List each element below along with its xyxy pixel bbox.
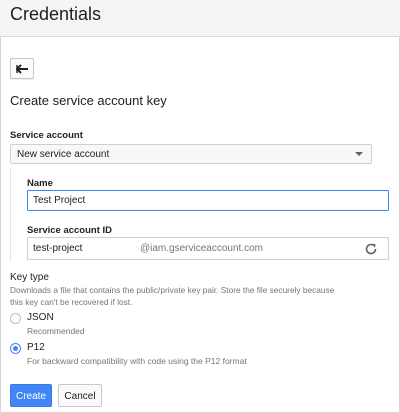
- key-type-description-line1: Downloads a file that contains the publi…: [10, 285, 335, 295]
- section-title: Create service account key: [10, 93, 167, 108]
- key-type-label: Key type: [10, 272, 49, 283]
- radio-p12-label: P12: [27, 342, 45, 353]
- service-account-selected: New service account: [17, 149, 110, 160]
- account-id-label: Service account ID: [27, 225, 113, 236]
- service-account-label: Service account: [10, 130, 83, 141]
- header-bar: Credentials: [0, 0, 400, 37]
- refresh-icon[interactable]: [364, 242, 378, 256]
- caret-down-icon: [355, 152, 363, 156]
- create-button[interactable]: Create: [10, 384, 52, 407]
- name-input[interactable]: Test Project: [27, 190, 389, 211]
- radio-json[interactable]: [10, 313, 21, 324]
- radio-p12-hint: For backward compatibility with code usi…: [27, 356, 247, 366]
- radio-json-label: JSON: [27, 312, 54, 323]
- radio-p12[interactable]: [10, 343, 21, 354]
- radio-json-hint: Recommended: [27, 326, 85, 336]
- back-arrow-icon: [16, 64, 28, 74]
- name-label: Name: [27, 178, 53, 189]
- page-title: Credentials: [10, 4, 102, 24]
- account-id-suffix: @iam.gserviceaccount.com: [140, 243, 263, 254]
- account-id-input[interactable]: test-project @iam.gserviceaccount.com: [27, 237, 389, 260]
- back-button[interactable]: [10, 58, 34, 79]
- nested-panel-divider: [10, 168, 11, 262]
- service-account-select[interactable]: New service account: [10, 144, 372, 164]
- key-type-description-line2: this key can't be recovered if lost.: [10, 297, 133, 307]
- account-id-value: test-project: [33, 243, 83, 254]
- cancel-button[interactable]: Cancel: [58, 384, 102, 407]
- name-input-value: Test Project: [33, 195, 86, 206]
